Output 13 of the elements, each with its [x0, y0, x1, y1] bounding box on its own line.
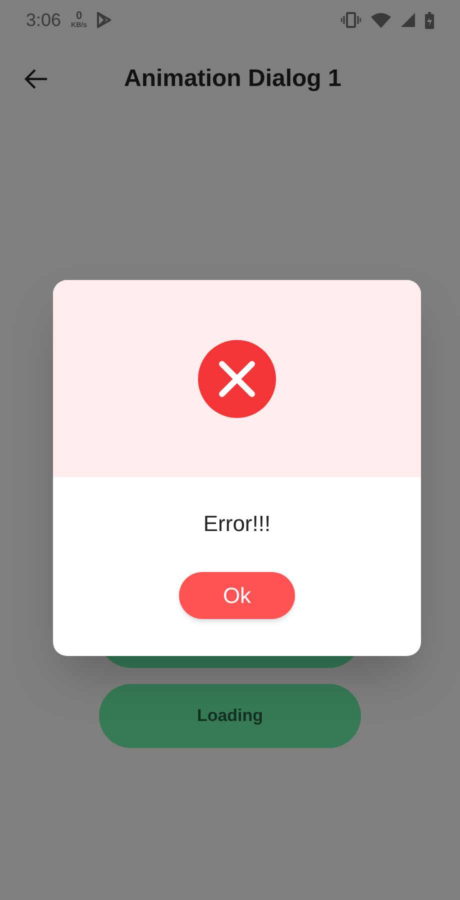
signal-icon	[401, 13, 415, 27]
app-bar-title: Animation Dialog 1	[124, 64, 342, 94]
play-store-icon	[97, 12, 111, 28]
status-time: 3:06	[26, 8, 62, 32]
ok-button[interactable]: Ok	[179, 572, 295, 619]
back-arrow-icon[interactable]	[24, 69, 48, 89]
vibrate-icon	[341, 12, 361, 28]
dialog-title: Error!!!	[203, 510, 271, 538]
wifi-icon	[371, 12, 391, 28]
loading-button[interactable]: Loading	[99, 684, 361, 748]
network-speed: 0	[76, 11, 82, 22]
error-icon	[198, 340, 276, 418]
battery-icon	[425, 12, 434, 28]
